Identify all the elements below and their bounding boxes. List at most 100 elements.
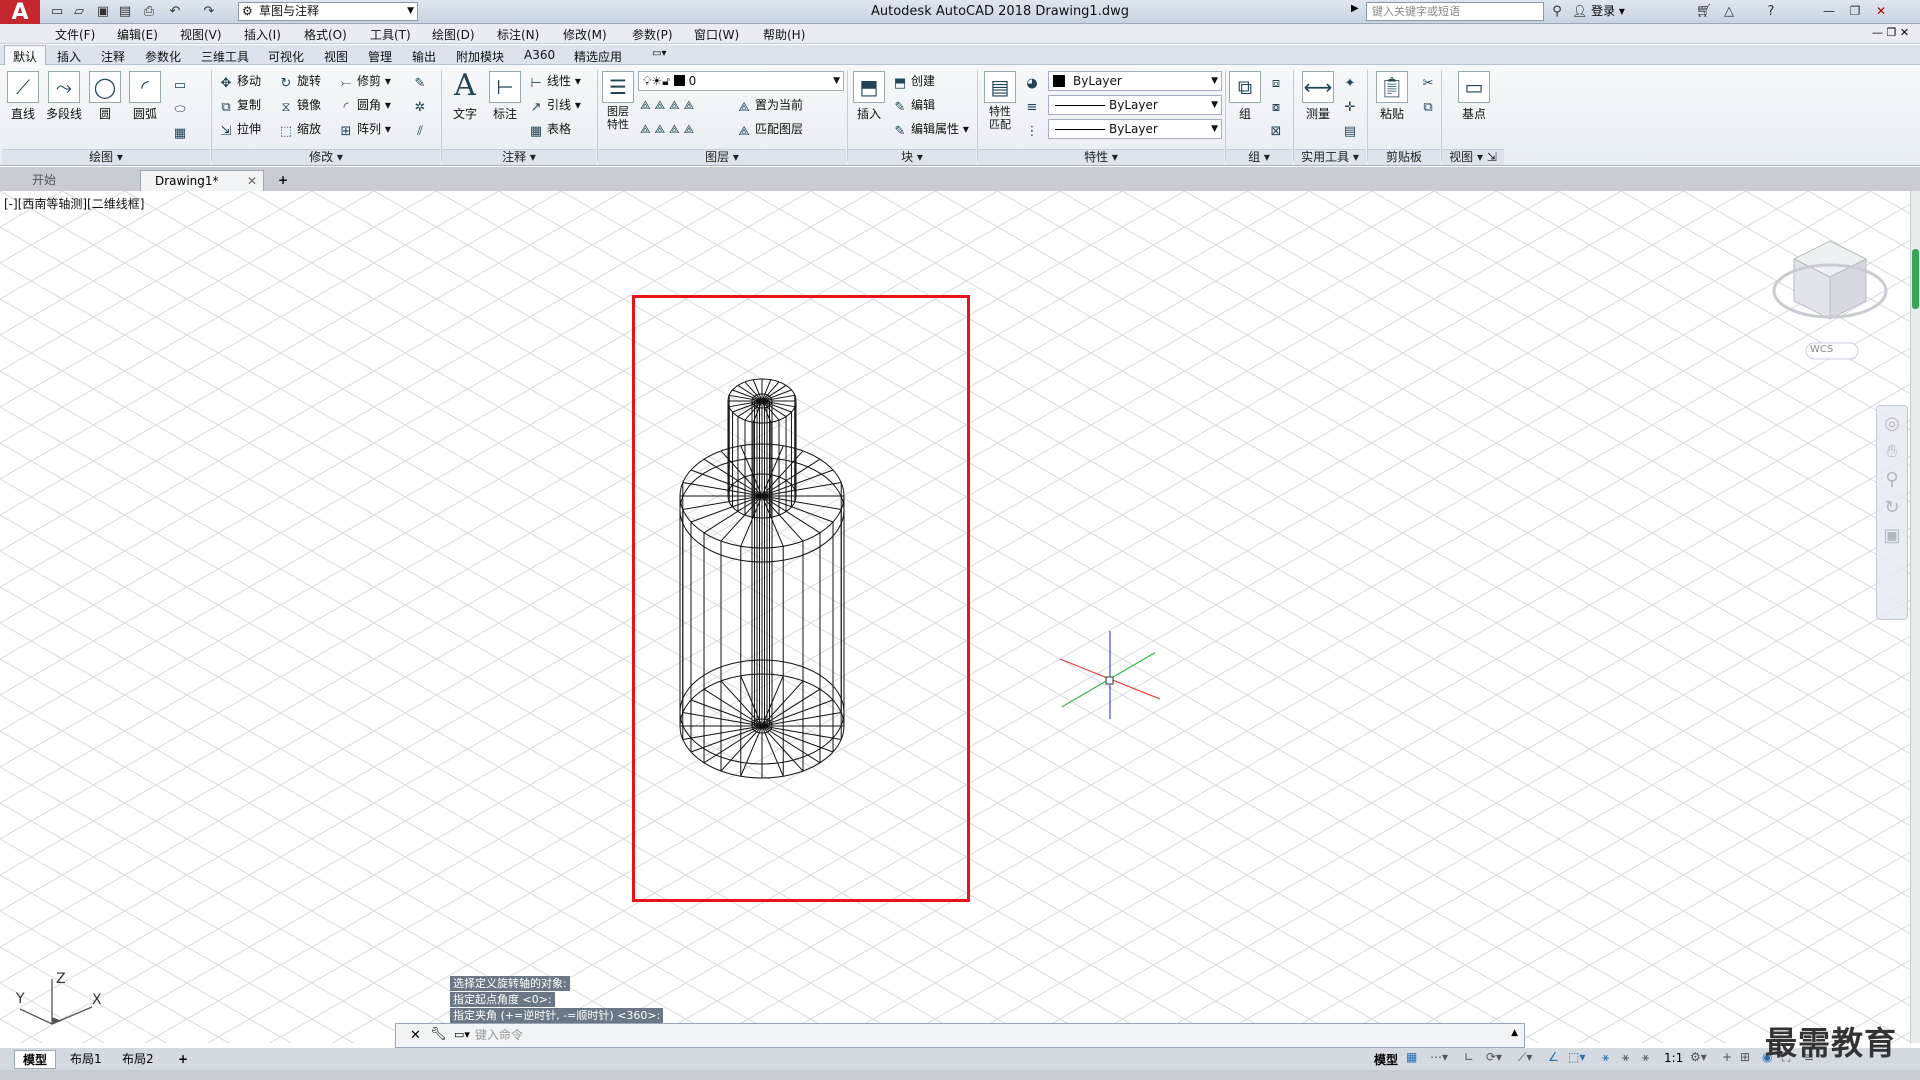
calculator-icon[interactable]: ▤: [1342, 119, 1361, 139]
stretch-button[interactable]: ⇲ 拉伸: [218, 119, 261, 139]
id-point-icon[interactable]: ✛: [1342, 95, 1361, 115]
wrench-icon[interactable]: 🔧︎: [430, 1027, 447, 1042]
navigation-bar[interactable]: ◎ ✋︎ ⚲ ↻ ▣: [1876, 405, 1908, 620]
panel-title-utilities[interactable]: 实用工具 ▾: [1294, 149, 1366, 165]
panel-title-clipboard[interactable]: 剪贴板: [1368, 149, 1440, 165]
tab-featured[interactable]: 精选应用: [574, 48, 622, 65]
layer-properties-button[interactable]: ☰ 图层特性: [600, 71, 636, 131]
create-block-button[interactable]: ⬒ 创建: [892, 71, 935, 91]
close-tab-icon[interactable]: ✕: [247, 171, 257, 191]
ungroup-icon[interactable]: ⧈: [1268, 71, 1287, 91]
set-current-button[interactable]: ⟁ 置为当前: [736, 95, 803, 115]
cart-icon[interactable]: 🛒︎: [1695, 3, 1713, 21]
menu-help[interactable]: 帮助(H): [763, 26, 805, 43]
scale-select[interactable]: 1:1: [1664, 1051, 1683, 1065]
polar-icon[interactable]: ⟳▾: [1486, 1050, 1502, 1064]
lineweight-icon[interactable]: ≡: [1024, 95, 1043, 115]
tab-model[interactable]: 模型: [14, 1050, 57, 1069]
hatch-icon[interactable]: ▦: [172, 121, 191, 141]
wcs-label[interactable]: WCS: [1810, 344, 1833, 355]
menu-insert[interactable]: 插入(I): [244, 26, 281, 43]
viewcube[interactable]: [1770, 231, 1890, 381]
group-select-icon[interactable]: ⊠: [1268, 119, 1287, 139]
panel-title-view[interactable]: 视图 ▾ ⇲: [1442, 149, 1504, 165]
tab-insert[interactable]: 插入: [57, 48, 81, 65]
isolate-icon[interactable]: ⊞: [1740, 1050, 1750, 1064]
chevron-up-icon[interactable]: ▲: [1511, 1028, 1518, 1038]
rectangle-icon[interactable]: ▭: [172, 73, 191, 93]
tab-annotate[interactable]: 注释: [101, 48, 125, 65]
settings-gear-icon[interactable]: ⚙▾: [1690, 1050, 1707, 1064]
trim-button[interactable]: ⤚ 修剪 ▾: [338, 71, 391, 91]
open-file-icon[interactable]: ▱: [70, 3, 88, 21]
tab-3d-tools[interactable]: 三维工具: [201, 48, 249, 65]
panel-title-properties[interactable]: 特性 ▾: [978, 149, 1224, 165]
panel-title-group[interactable]: 组 ▾: [1226, 149, 1292, 165]
offset-icon[interactable]: ⫽: [412, 119, 431, 139]
linetype-select[interactable]: ByLayer ▼: [1048, 95, 1222, 115]
showmotion-icon[interactable]: ▣: [1877, 522, 1907, 550]
menu-draw[interactable]: 绘图(D): [432, 26, 475, 43]
insert-block-button[interactable]: ⬒ 插入: [852, 71, 886, 122]
annotation-scale-icon[interactable]: ⚹: [1642, 1050, 1649, 1065]
tab-layout1[interactable]: 布局1: [62, 1050, 110, 1069]
binoculars-icon[interactable]: ⚲: [1548, 3, 1566, 21]
add-layout-button[interactable]: +: [170, 1050, 196, 1069]
annotation-visibility-icon[interactable]: ⚹: [1602, 1050, 1609, 1065]
move-button[interactable]: ✥ 移动: [218, 71, 261, 91]
menu-modify[interactable]: 修改(M): [563, 26, 607, 43]
new-file-icon[interactable]: ▭: [48, 3, 66, 21]
command-prompt-icon[interactable]: ▭▾: [454, 1028, 470, 1041]
panel-title-layers[interactable]: 图层 ▾: [598, 149, 846, 165]
help-icon[interactable]: ?: [1762, 3, 1780, 21]
tab-home[interactable]: 默认: [4, 45, 47, 65]
group-edit-icon[interactable]: ⧇: [1268, 95, 1287, 115]
command-input[interactable]: 键入命令: [475, 1027, 1375, 1044]
doc-window-controls[interactable]: — ❐ ✕: [1872, 26, 1909, 39]
search-expand-icon[interactable]: ▶: [1351, 3, 1359, 14]
paste-button[interactable]: 📋︎ 粘贴: [1374, 71, 1410, 122]
ellipse-icon[interactable]: ⬭: [172, 97, 191, 117]
undo-icon[interactable]: ↶: [166, 3, 184, 21]
scale-button[interactable]: ⬚ 缩放: [278, 119, 321, 139]
copy-clip-icon[interactable]: ⧉: [1420, 95, 1439, 115]
measure-button[interactable]: ⟷ 测量: [1300, 71, 1336, 122]
rotate-button[interactable]: ↻ 旋转: [278, 71, 321, 91]
drawing-viewport[interactable]: [-][西南等轴测][二维线框] WCS Z X Y: [0, 191, 1910, 1043]
ribbon-toggle-icon[interactable]: ▭▾: [652, 48, 666, 59]
edit-attributes-button[interactable]: ✎ 编辑属性 ▾: [892, 119, 969, 139]
restore-button[interactable]: ❐: [1844, 2, 1866, 20]
save-icon[interactable]: ▣: [94, 3, 112, 21]
autocad-logo-icon[interactable]: A: [0, 0, 40, 25]
menu-file[interactable]: 文件(F): [55, 26, 95, 43]
tab-view[interactable]: 视图: [324, 48, 348, 65]
polyline-button[interactable]: ⤳ 多段线: [44, 71, 84, 122]
close-icon[interactable]: ✕: [410, 1028, 421, 1043]
orbit-icon[interactable]: ↻: [1877, 494, 1907, 522]
isodraft-icon[interactable]: ⟋▾: [1518, 1050, 1532, 1065]
tab-a360[interactable]: A360: [524, 48, 555, 62]
snap-icon[interactable]: ⋯▾: [1430, 1050, 1448, 1064]
redo-icon[interactable]: ↷: [200, 3, 218, 21]
scroll-thumb[interactable]: [1912, 249, 1919, 309]
menu-edit[interactable]: 编辑(E): [117, 26, 158, 43]
match-layer-button[interactable]: ⟁ 匹配图层: [736, 119, 803, 139]
osnap-track-icon[interactable]: ∠: [1548, 1050, 1559, 1064]
a360-icon[interactable]: △: [1720, 3, 1738, 21]
panel-title-draw[interactable]: 绘图 ▾: [2, 149, 210, 165]
autoscale-icon[interactable]: ⚹: [1622, 1050, 1629, 1065]
layer-tools-row1[interactable]: ⟁ ⟁ ⟁ ⟁: [640, 95, 694, 115]
edit-block-button[interactable]: ✎ 编辑: [892, 95, 935, 115]
workspace-select[interactable]: ⚙ 草图与注释 ▼: [238, 2, 418, 21]
panel-title-annotation[interactable]: 注释 ▾: [442, 149, 596, 165]
pan-icon[interactable]: ✋︎: [1877, 438, 1907, 466]
add-icon[interactable]: +: [1722, 1050, 1732, 1064]
vertical-scrollbar[interactable]: [1910, 191, 1920, 1043]
arc-button[interactable]: ◜ 圆弧: [128, 71, 162, 122]
tab-drawing1[interactable]: Drawing1* ✕: [140, 170, 264, 191]
tab-addins[interactable]: 附加模块: [456, 48, 504, 65]
point-icon[interactable]: ✦: [1342, 71, 1361, 91]
save-as-icon[interactable]: ▤: [116, 3, 134, 21]
menu-view[interactable]: 视图(V): [180, 26, 222, 43]
print-icon[interactable]: ⎙: [140, 3, 158, 21]
